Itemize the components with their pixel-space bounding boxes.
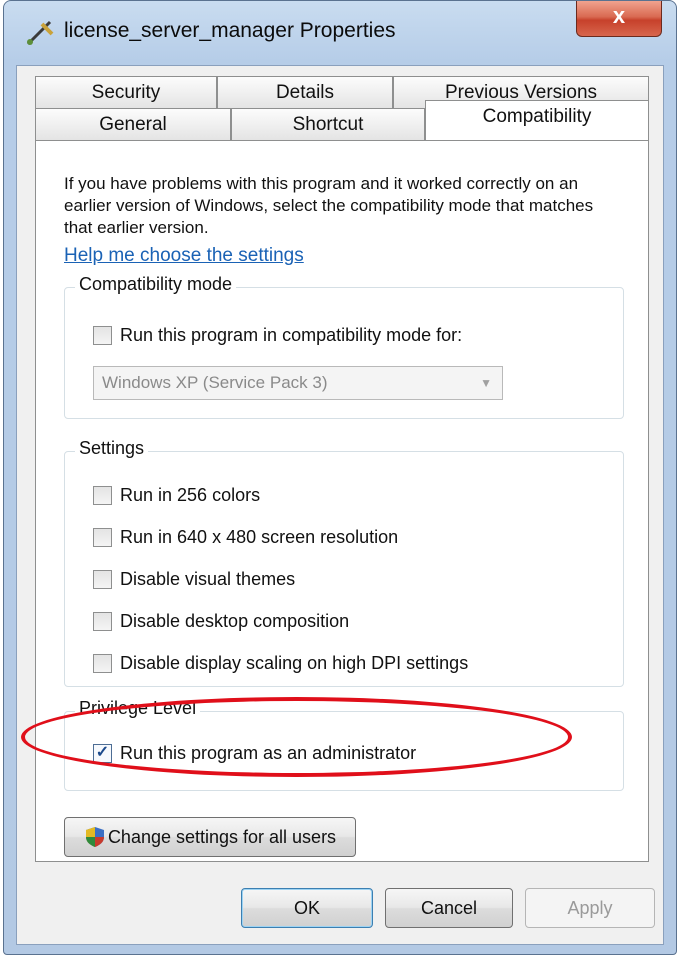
compatibility-mode-group: Compatibility mode Run this program in c…: [64, 274, 624, 419]
run-as-admin-row[interactable]: ✓ Run this program as an administrator: [93, 740, 416, 766]
cancel-button[interactable]: Cancel: [385, 888, 513, 928]
setting-disable-dpi-scaling-row[interactable]: Disable display scaling on high DPI sett…: [93, 650, 468, 676]
window-title: license_server_manager Properties: [64, 19, 396, 42]
setting-disable-desktop-composition-checkbox[interactable]: [93, 611, 112, 631]
properties-window: license_server_manager Properties x Secu…: [3, 0, 677, 955]
setting-256-colors-checkbox[interactable]: [93, 485, 112, 505]
setting-640x480-checkbox[interactable]: [93, 527, 112, 547]
compatibility-mode-checkbox-label: Run this program in compatibility mode f…: [120, 324, 463, 345]
run-as-admin-checkbox[interactable]: ✓: [93, 743, 112, 763]
compatibility-panel: If you have problems with this program a…: [35, 140, 649, 862]
compatibility-os-select[interactable]: Windows XP (Service Pack 3) ▼: [93, 366, 503, 400]
settings-legend: Settings: [75, 438, 149, 459]
tab-general[interactable]: General: [35, 108, 231, 140]
setting-640x480-row[interactable]: Run in 640 x 480 screen resolution: [93, 524, 398, 550]
run-as-admin-label: Run this program as an administrator: [120, 742, 417, 763]
compatibility-mode-checkbox[interactable]: [93, 325, 112, 345]
selected-os-value: Windows XP (Service Pack 3): [102, 373, 328, 392]
setting-label: Disable visual themes: [120, 568, 296, 589]
tab-compatibility[interactable]: Compatibility: [425, 100, 649, 140]
dialog-client-area: Security Details Previous Versions Gener…: [16, 65, 664, 945]
setting-disable-dpi-scaling-checkbox[interactable]: [93, 653, 112, 673]
ok-button[interactable]: OK: [241, 888, 373, 928]
setting-label: Disable display scaling on high DPI sett…: [120, 652, 469, 673]
setting-disable-desktop-composition-row[interactable]: Disable desktop composition: [93, 608, 349, 634]
privilege-level-group: Privilege Level ✓ Run this program as an…: [64, 698, 624, 791]
intro-text: If you have problems with this program a…: [64, 174, 594, 237]
uac-shield-icon: [85, 827, 104, 847]
change-settings-all-users-button[interactable]: Change settings for all users: [64, 817, 356, 857]
tab-shortcut[interactable]: Shortcut: [231, 108, 425, 140]
setting-label: Run in 640 x 480 screen resolution: [120, 526, 399, 547]
change-settings-all-users-label: Change settings for all users: [107, 826, 337, 847]
apply-button[interactable]: Apply: [525, 888, 655, 928]
tab-details[interactable]: Details: [217, 76, 393, 108]
compatibility-mode-legend: Compatibility mode: [75, 274, 237, 295]
privilege-level-legend: Privilege Level: [75, 698, 201, 719]
help-choose-settings-link[interactable]: Help me choose the settings: [64, 245, 304, 267]
settings-group: Settings Run in 256 colors Run in 640 x …: [64, 438, 624, 687]
setting-label: Run in 256 colors: [120, 484, 261, 505]
compatibility-mode-checkbox-row[interactable]: Run this program in compatibility mode f…: [93, 322, 462, 348]
chevron-down-icon: ▼: [480, 376, 492, 390]
setting-disable-visual-themes-row[interactable]: Disable visual themes: [93, 566, 295, 592]
program-icon: [26, 20, 54, 46]
setting-256-colors-row[interactable]: Run in 256 colors: [93, 482, 260, 508]
close-button[interactable]: x: [576, 1, 662, 37]
setting-label: Disable desktop composition: [120, 610, 350, 631]
tab-security[interactable]: Security: [35, 76, 217, 108]
setting-disable-visual-themes-checkbox[interactable]: [93, 569, 112, 589]
title-bar[interactable]: license_server_manager Properties x: [4, 1, 676, 65]
